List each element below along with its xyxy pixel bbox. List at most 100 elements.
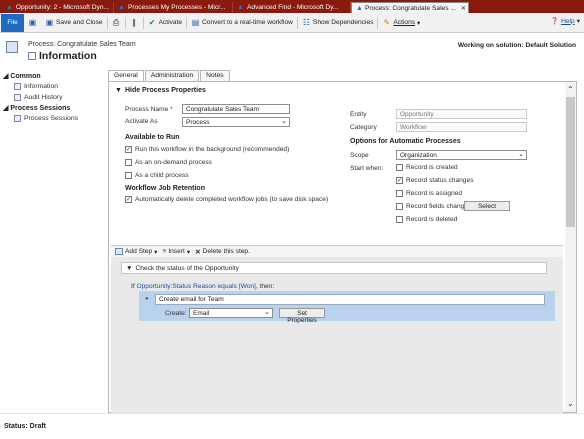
checkbox-label: Record is deleted [406,216,458,223]
checkbox-label: As a child process [135,172,189,179]
checkbox-unchecked [125,172,132,179]
add-step-button[interactable]: Add Step [125,248,152,255]
save-and-close-button[interactable]: ▣ Save and Close [41,16,107,30]
section-toggle[interactable]: ▼ Hide Process Properties [115,87,206,94]
checkbox-unchecked [125,159,132,166]
browser-tab-bar: ▲ Opportunity: 2 - Microsoft Dyn... ▲ Pr… [0,0,584,13]
convert-icon: ▤ [191,18,200,27]
file-button[interactable]: File [1,13,24,32]
select-fields-button[interactable]: Select [464,201,510,211]
tab-label: Opportunity: 2 - Microsoft Dyn... [15,4,109,11]
step-description-input[interactable]: Create email for Team [155,294,545,305]
activate-as-select[interactable]: Process ⌄ [182,117,290,127]
insert-button[interactable]: Insert [168,248,185,255]
nav-item-label: Process Sessions [24,114,79,122]
condition-link[interactable]: Opportunity:Status Reason equals [Won] [137,283,256,290]
tab-notes[interactable]: Notes [200,70,230,81]
browser-tab-opportunity[interactable]: ▲ Opportunity: 2 - Microsoft Dyn... [2,2,114,13]
auto-delete-checkbox[interactable]: ✓ Automatically delete completed workflo… [125,196,328,203]
browser-tab-advanced-find[interactable]: ▲ Advanced Find - Microsoft Dy... [233,2,351,13]
delete-step-button[interactable]: Delete this step. [203,248,250,255]
help-label: Help [561,17,575,25]
record-assigned-checkbox[interactable]: Record is assigned [396,190,462,197]
actions-button[interactable]: ✎ Actions ▾ [378,16,424,30]
step-check-status[interactable]: ▼ Check the status of the Opportunity [121,262,547,274]
record-deleted-checkbox[interactable]: Record is deleted [396,216,457,223]
help-button[interactable]: ❓ Help ▾ [551,17,580,26]
solution-indicator: Working on solution: Default Solution [457,42,576,49]
activate-button[interactable]: ✔ Activate [144,16,186,30]
form-selector-icon [28,52,36,60]
nav-section-process-sessions[interactable]: ◢ Process Sessions [3,104,106,112]
section-title: Hide Process Properties [124,87,206,94]
checkbox-label: Run this workflow in the background (rec… [135,146,290,153]
checkbox-unchecked [396,216,403,223]
checkbox-unchecked [396,190,403,197]
record-fields-change-checkbox[interactable]: Record fields change [396,203,468,210]
start-when-label: Start when: [350,165,384,172]
checkbox-label: Record is created [406,164,458,171]
record-created-checkbox[interactable]: Record is created [396,164,458,171]
record-status-changes-checkbox[interactable]: ✓ Record status changes [396,177,473,184]
scope-select[interactable]: Organization ⌄ [396,150,527,160]
run-background-checkbox[interactable]: ✓ Run this workflow in the background (r… [125,146,289,153]
designer-toolbar: Add Step ▾ ≡ Insert ▾ ✕ Delete this step… [111,246,563,257]
delete-icon: ✕ [195,248,201,256]
nav-section-label: Common [10,73,41,80]
process-name-input[interactable]: Congratulate Sales Team [182,104,290,114]
process-name-text: Process Name [125,106,169,113]
scope-value: Organization [400,152,437,159]
scope-label: Scope [350,152,369,159]
chevron-down-icon: ⌄ [281,118,287,125]
category-label: Category [350,124,377,131]
browser-tab-process-active[interactable]: ▲ Process: Congratulate Sales ... ✕ [351,2,469,13]
ribbon-toolbar: File ▣ ▣ Save and Close ⎙ ∥ ✔ Activate ▤… [0,13,584,33]
checkbox-checked: ✓ [125,146,132,153]
tab-general[interactable]: General [108,70,144,81]
create-entity-select[interactable]: Email ⌄ [189,308,273,318]
left-navigation: ◢ Common Information Audit History ◢ Pro… [0,68,106,413]
collapse-icon: ◢ [3,73,9,80]
dynamics-logo-icon: ▲ [6,4,13,11]
required-asterisk: * [170,106,173,113]
tab-administration[interactable]: Administration [144,70,200,81]
nav-item-process-sessions[interactable]: Process Sessions [14,113,106,123]
chevron-down-icon: ▾ [186,248,191,256]
on-demand-checkbox[interactable]: As an on-demand process [125,159,212,166]
show-dependencies-button[interactable]: ☷ Show Dependencies [298,16,377,30]
process-icon [6,41,18,53]
scroll-down-icon[interactable]: ⌄ [567,399,574,408]
nav-item-label: Audit History [24,93,63,101]
print-button[interactable]: ⎙ [108,16,125,30]
process-name-label: Process Name * [125,106,173,113]
collapse-icon: ▼ [126,265,133,272]
convert-realtime-button[interactable]: ▤ Convert to a real-time workflow [187,16,297,30]
condition-suffix: , then: [255,283,275,290]
scroll-thumb[interactable] [566,97,575,227]
checkbox-label: Record fields change [406,203,468,210]
nav-section-label: Process Sessions [10,105,71,112]
close-tab-icon[interactable]: ✕ [461,5,466,12]
form-body: ⌃ ⌄ ▼ Hide Process Properties Process Na… [108,81,577,413]
vertical-scrollbar[interactable]: ⌃ ⌄ [565,82,576,412]
create-label: Create: [165,310,187,317]
add-step-icon [115,248,123,255]
information-icon [14,82,21,90]
nav-item-information[interactable]: Information [14,81,106,91]
nav-item-audit-history[interactable]: Audit History [14,92,106,102]
selected-step-block[interactable]: ● Create email for Team Create: Email ⌄ … [139,291,555,324]
save-button[interactable]: ▣ [24,16,41,30]
page-title[interactable]: Information [28,50,97,62]
status-bar: Status: Draft [0,413,584,439]
checkbox-checked: ✓ [125,196,132,203]
scroll-up-icon[interactable]: ⌃ [567,85,574,94]
attach-button[interactable]: ∥ [126,16,143,30]
main-form: General Administration Notes ⌃ ⌄ ▼ Hide … [108,68,578,413]
nav-item-label: Information [24,82,59,90]
browser-tab-processes[interactable]: ▲ Processes My Processes - Micr... [114,2,233,13]
status-text: Status: Draft [4,423,47,430]
nav-section-common[interactable]: ◢ Common [3,72,106,80]
child-process-checkbox[interactable]: As a child process [125,172,189,179]
set-properties-button[interactable]: Set Properties [279,308,325,324]
tab-label: Processes My Processes - Micr... [128,4,226,11]
